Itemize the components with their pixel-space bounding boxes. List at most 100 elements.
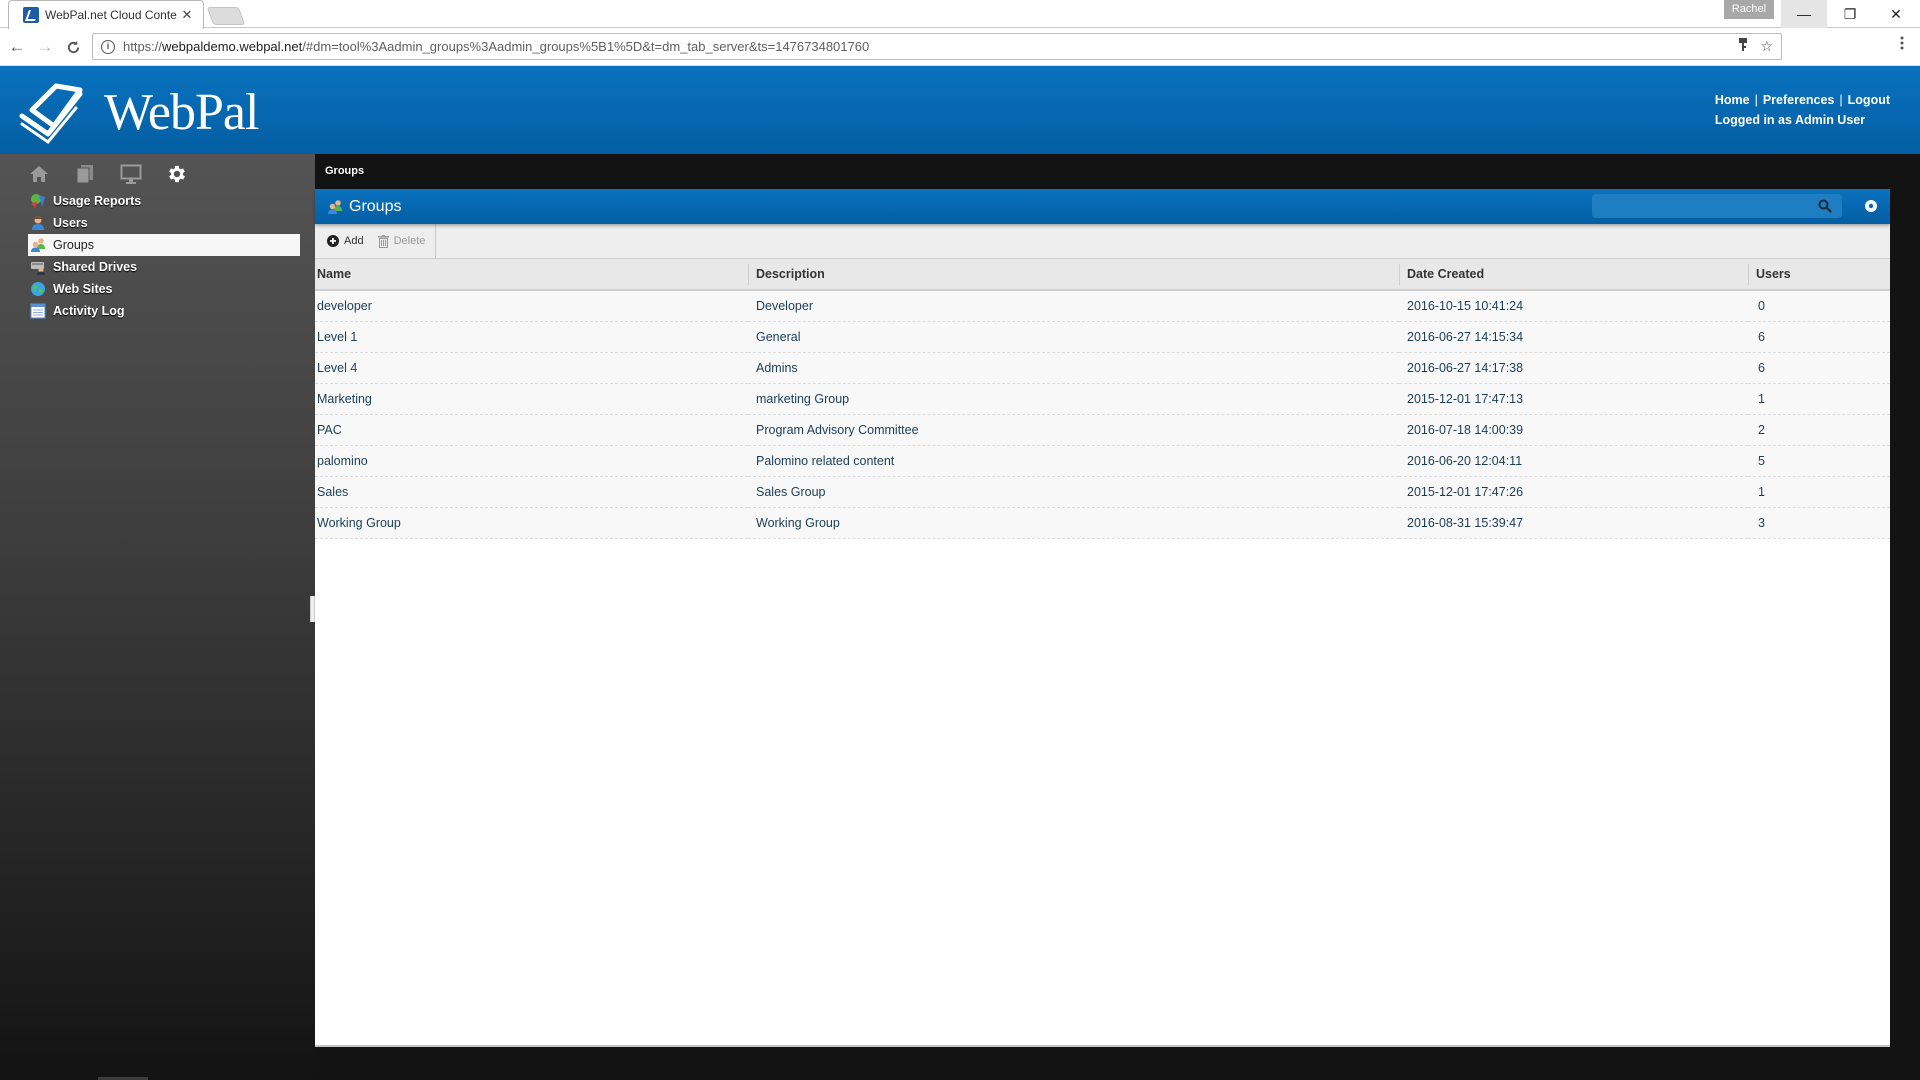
monitor-tool-button[interactable] xyxy=(119,162,143,186)
webpal-favicon-icon xyxy=(23,7,39,23)
logout-link[interactable]: Logout xyxy=(1848,93,1890,107)
sidebar-item-label: Usage Reports xyxy=(53,194,142,208)
cell-description: General xyxy=(748,321,1399,353)
browser-menu-icon[interactable] xyxy=(1896,36,1908,50)
link-separator: | xyxy=(1839,93,1843,107)
webpal-logo[interactable]: WebPal xyxy=(18,80,259,144)
key-icon[interactable] xyxy=(1738,38,1748,55)
globe-icon xyxy=(31,282,45,296)
webpal-logo-mark-icon xyxy=(19,83,83,144)
trash-icon xyxy=(377,234,389,248)
cell-name: palomino xyxy=(315,445,748,477)
sidebar-item-label: Web Sites xyxy=(53,282,113,296)
add-label: Add xyxy=(344,235,364,247)
url-scheme: https:// xyxy=(123,39,163,54)
column-header-users[interactable]: Users xyxy=(1748,259,1890,291)
search-box xyxy=(1592,194,1842,218)
reload-icon xyxy=(67,40,79,53)
panel-toolbar: Add Delete xyxy=(315,224,1890,259)
url-bar[interactable]: i https://webpaldemo.webpal.net/#dm=tool… xyxy=(92,33,1782,60)
cell-users: 1 xyxy=(1748,383,1890,415)
cell-name: Level 4 xyxy=(315,352,748,384)
table-row[interactable]: developer Developer 2016-10-15 10:41:24 0 xyxy=(315,290,1890,322)
cell-description: Palomino related content xyxy=(748,445,1399,477)
sidebar-item-label: Groups xyxy=(53,238,94,252)
sidebar-item-usage-reports[interactable]: Usage Reports xyxy=(28,190,300,212)
table-row[interactable]: Working Group Working Group 2016-08-31 15:… xyxy=(315,507,1890,539)
sidebar-item-label: Activity Log xyxy=(53,304,125,318)
groups-panel: Groups Add Delete Name Description Date … xyxy=(315,189,1890,1047)
cell-date-created: 2016-08-31 15:39:47 xyxy=(1399,507,1748,539)
column-header-name[interactable]: Name xyxy=(315,259,748,291)
search-icon[interactable] xyxy=(1818,199,1832,213)
cell-date-created: 2015-12-01 17:47:26 xyxy=(1399,476,1748,508)
browser-tab[interactable]: WebPal.net Cloud Conte ✕ xyxy=(8,0,204,29)
url-path: /#dm=tool%3Aadmin_groups%3Aadmin_groups%… xyxy=(302,39,870,54)
cell-users: 1 xyxy=(1748,476,1890,508)
table-row[interactable]: palomino Palomino related content 2016-06-… xyxy=(315,445,1890,477)
sidebar-item-web-sites[interactable]: Web Sites xyxy=(28,278,300,300)
sidebar-item-label: Users xyxy=(53,216,88,230)
close-window-button[interactable]: ✕ xyxy=(1873,0,1919,28)
cell-users: 6 xyxy=(1748,321,1890,353)
cell-description: Sales Group xyxy=(748,476,1399,508)
column-header-description[interactable]: Description xyxy=(748,259,1399,291)
table-row[interactable]: PAC Program Advisory Committee 2016-07-18 … xyxy=(315,414,1890,446)
monitor-icon xyxy=(120,164,142,184)
browser-toolbar: ← → i https://webpaldemo.webpal.net/#dm=… xyxy=(0,28,1920,66)
cell-name: developer xyxy=(315,290,748,322)
profile-badge[interactable]: Rachel xyxy=(1724,0,1774,19)
sidebar: Usage Reports Users Groups Shared Drives… xyxy=(0,154,315,1080)
cell-description: Working Group xyxy=(748,507,1399,539)
table-row[interactable]: Level 1 General 2016-06-27 14:15:34 6 xyxy=(315,321,1890,353)
tab-title: WebPal.net Cloud Conte xyxy=(45,8,177,22)
table-row[interactable]: Marketing marketing Group 2015-12-01 17:47… xyxy=(315,383,1890,415)
sidebar-item-activity-log[interactable]: Activity Log xyxy=(28,300,300,322)
restore-button[interactable]: ❐ xyxy=(1827,0,1873,28)
user-icon xyxy=(32,216,44,230)
preferences-link[interactable]: Preferences xyxy=(1763,93,1835,107)
cell-name: PAC xyxy=(315,414,748,446)
link-separator: | xyxy=(1754,93,1758,107)
documents-tool-button[interactable] xyxy=(73,162,97,186)
delete-button[interactable]: Delete xyxy=(377,234,426,248)
bookmark-star-icon[interactable]: ☆ xyxy=(1760,38,1773,55)
cell-name: Level 1 xyxy=(315,321,748,353)
cell-users: 2 xyxy=(1748,414,1890,446)
column-header-date-created[interactable]: Date Created xyxy=(1399,259,1748,291)
delete-label: Delete xyxy=(393,235,426,247)
reload-button[interactable] xyxy=(62,36,84,58)
cell-date-created: 2016-06-27 14:15:34 xyxy=(1399,321,1748,353)
cell-users: 3 xyxy=(1748,507,1890,539)
sidebar-item-groups[interactable]: Groups xyxy=(28,234,300,256)
browser-tabstrip: WebPal.net Cloud Conte ✕ Rachel — ❐ ✕ xyxy=(0,0,1920,29)
sidebar-item-shared-drives[interactable]: Shared Drives xyxy=(28,256,300,278)
cell-name: Sales xyxy=(315,476,748,508)
home-tool-button[interactable] xyxy=(27,162,51,186)
table-row[interactable]: Level 4 Admins 2016-06-27 14:17:38 6 xyxy=(315,352,1890,384)
cell-name: Working Group xyxy=(315,507,748,539)
sidebar-item-users[interactable]: Users xyxy=(28,212,300,234)
minimize-button[interactable]: — xyxy=(1781,0,1827,28)
search-input[interactable] xyxy=(1592,194,1812,218)
cell-users: 6 xyxy=(1748,352,1890,384)
panel-settings-icon[interactable] xyxy=(1864,199,1878,213)
cell-date-created: 2016-07-18 14:00:39 xyxy=(1399,414,1748,446)
gear-icon xyxy=(169,165,185,183)
breadcrumb: Groups xyxy=(325,165,365,177)
groups-icon xyxy=(328,199,342,214)
panel-title: Groups xyxy=(349,197,402,215)
admin-tool-button[interactable] xyxy=(165,162,189,186)
forward-button[interactable]: → xyxy=(34,36,56,58)
site-info-icon[interactable]: i xyxy=(101,39,115,54)
logged-in-status: Logged in as Admin User xyxy=(1714,113,1866,127)
tab-close-icon[interactable]: ✕ xyxy=(179,7,195,23)
home-link[interactable]: Home xyxy=(1715,93,1750,107)
add-circle-icon xyxy=(327,235,339,247)
table-row[interactable]: Sales Sales Group 2015-12-01 17:47:26 1 xyxy=(315,476,1890,508)
cell-date-created: 2016-06-20 12:04:11 xyxy=(1399,445,1748,477)
new-tab-button[interactable] xyxy=(206,7,246,25)
cell-users: 0 xyxy=(1748,290,1890,322)
back-button[interactable]: ← xyxy=(6,36,28,58)
add-button[interactable]: Add xyxy=(327,235,364,247)
